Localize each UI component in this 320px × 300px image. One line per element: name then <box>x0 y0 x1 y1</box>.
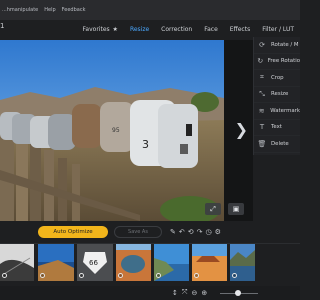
tool-delete[interactable]: 🗑 Delete <box>254 136 300 153</box>
compare-icon[interactable]: ▣ <box>228 203 244 215</box>
tool-crop[interactable]: ⌗ Crop <box>254 70 300 87</box>
svg-text:3: 3 <box>142 138 149 151</box>
text-icon: T <box>259 123 265 132</box>
tool-rotate[interactable]: ⟳ Rotate / M <box>254 37 300 54</box>
nav-effects[interactable]: Effects <box>224 26 256 33</box>
thumb-coastline[interactable] <box>38 244 74 281</box>
swap-icon[interactable]: ↕ <box>172 289 178 297</box>
watermark-icon: ≋ <box>258 106 265 115</box>
status-bar: ↕ ⤧ ⊖ ⊕ <box>0 286 300 300</box>
zoom-in-icon[interactable]: ⊕ <box>201 289 207 297</box>
thumb-select-indicator[interactable] <box>194 273 199 278</box>
nav-favorites[interactable]: Favorites ★ <box>77 26 124 33</box>
tool-resize[interactable]: ⤡ Resize <box>254 87 300 103</box>
menu-bar: ...hmanipulate Help Feedback <box>0 0 300 20</box>
thumb-select-indicator[interactable] <box>118 273 123 278</box>
image-canvas[interactable]: 3 95 ❯ ⤢ ▣ <box>0 40 253 221</box>
mailbox-photo: 3 95 <box>0 40 224 221</box>
nav-face[interactable]: Face <box>198 26 224 33</box>
crop-icon: ⌗ <box>260 73 264 82</box>
thumb-select-indicator[interactable] <box>156 273 161 278</box>
thumb-marble-wall[interactable] <box>0 244 34 281</box>
svg-text:66: 66 <box>89 259 98 267</box>
menu-item-feedback[interactable]: Feedback <box>62 7 86 13</box>
chevron-right-icon[interactable]: ❯ <box>235 120 248 139</box>
undo-all-icon[interactable]: ⟲ <box>188 228 194 236</box>
menu-item-app[interactable]: ...hmanipulate <box>2 7 38 13</box>
photo-editor-app: ...hmanipulate Help Feedback 1 Favorites… <box>0 0 300 300</box>
top-nav: Favorites ★ Resize Correction Face Effec… <box>77 21 300 37</box>
menu-item-help[interactable]: Help <box>44 7 55 13</box>
star-icon: ★ <box>110 25 118 33</box>
thumb-select-indicator[interactable] <box>2 273 7 278</box>
undo-icon[interactable]: ↶ <box>179 228 185 236</box>
thumb-ocean-cliffs[interactable] <box>154 244 189 281</box>
free-rotate-icon: ↻ <box>257 57 264 66</box>
thumb-canyon-river[interactable] <box>116 244 151 281</box>
settings-icon[interactable]: ⚙ <box>215 228 221 236</box>
fit-icon[interactable]: ⤧ <box>182 288 188 297</box>
nav-filter-lut[interactable]: Filter / LUT <box>256 26 300 33</box>
filmstrip: 66 <box>0 244 300 284</box>
resize-icon: ⤡ <box>259 89 265 98</box>
delete-icon: 🗑 <box>257 139 267 148</box>
zoom-out-icon[interactable]: ⊖ <box>191 289 197 297</box>
svg-text:95: 95 <box>112 127 120 134</box>
tool-text[interactable]: T Text <box>254 120 300 136</box>
tool-panel: ⟳ Rotate / M ↻ Free Rotatio ⌗ Crop ⤡ Res… <box>253 37 300 155</box>
zoom-slider-handle[interactable] <box>235 290 241 296</box>
thumb-route-66-sign[interactable]: 66 <box>77 244 113 281</box>
nav-correction[interactable]: Correction <box>155 26 198 33</box>
history-controls: ✎ ↶ ⟲ ↷ ◷ ⚙ <box>170 226 221 238</box>
nav-resize[interactable]: Resize <box>124 26 155 33</box>
app-index-label: 1 <box>0 22 5 30</box>
thumb-select-indicator[interactable] <box>79 273 84 278</box>
save-as-button[interactable]: Save As <box>114 226 162 238</box>
edit-toolbar: Auto Optimize Save As ✎ ↶ ⟲ ↷ ◷ ⚙ <box>0 222 300 244</box>
tool-watermark[interactable]: ≋ Watermark <box>254 103 300 120</box>
tool-free-rotation[interactable]: ↻ Free Rotatio <box>254 54 300 70</box>
thumb-desert-mesa[interactable] <box>192 244 227 281</box>
brush-icon[interactable]: ✎ <box>170 228 176 236</box>
history-icon[interactable]: ◷ <box>206 228 212 236</box>
thumb-select-indicator[interactable] <box>232 273 237 278</box>
redo-icon[interactable]: ↷ <box>197 228 203 236</box>
rotate-icon: ⟳ <box>259 40 265 49</box>
auto-optimize-button[interactable]: Auto Optimize <box>38 226 108 238</box>
thumb-select-indicator[interactable] <box>40 273 45 278</box>
view-controls: ↕ ⤧ ⊖ ⊕ <box>172 288 207 297</box>
thumb-lake-mountains[interactable] <box>230 244 255 281</box>
expand-icon[interactable]: ⤢ <box>205 203 221 215</box>
